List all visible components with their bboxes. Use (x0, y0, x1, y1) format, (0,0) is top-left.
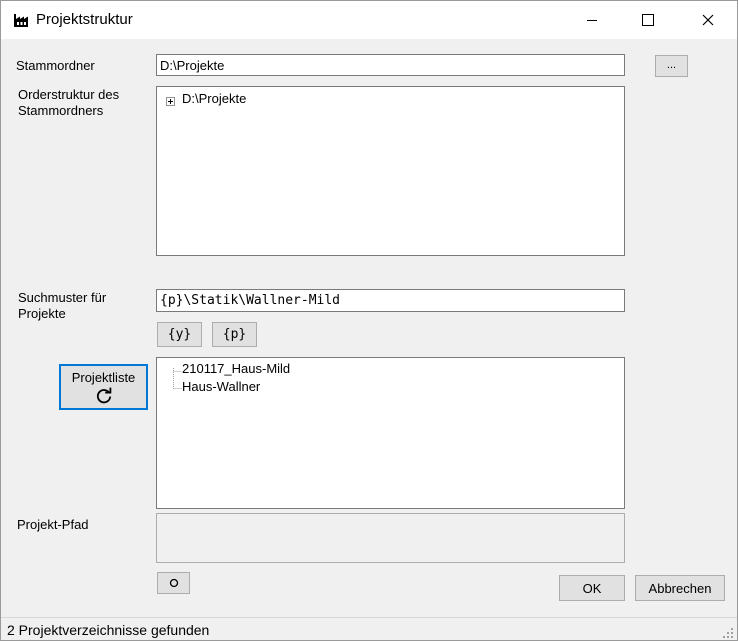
ok-label: OK (582, 580, 602, 596)
project-item[interactable]: Haus-Wallner (182, 379, 260, 394)
browse-label: ... (666, 58, 677, 71)
close-icon (702, 14, 714, 26)
insert-year-label: {y} (167, 327, 192, 342)
project-path-label: Projekt-Pfad (17, 517, 89, 532)
browse-button[interactable]: ... (655, 55, 688, 77)
insert-project-label: {p} (222, 327, 247, 342)
title-bar[interactable]: Projektstruktur (1, 1, 737, 39)
stammordner-value: D:\Projekte (160, 58, 225, 73)
status-bar: 2 Projektverzeichnisse gefunden (1, 617, 737, 640)
folder-tree[interactable]: D:\Projekte (156, 86, 625, 256)
cancel-label: Abbrechen (648, 580, 712, 596)
search-pattern-label: Suchmuster für Projekte (18, 290, 107, 321)
factory-icon (13, 12, 29, 28)
minimize-button[interactable] (569, 1, 615, 39)
refresh-icon (96, 387, 111, 403)
plus-expand-icon[interactable] (166, 94, 175, 106)
open-path-button[interactable] (157, 572, 190, 594)
project-path-field (156, 513, 625, 563)
insert-year-button[interactable]: {y} (157, 322, 202, 347)
close-button[interactable] (685, 1, 731, 39)
ok-button[interactable]: OK (559, 575, 625, 601)
projektliste-button-label: Projektliste (71, 369, 136, 385)
window-title: Projektstruktur (36, 11, 133, 28)
status-text: 2 Projektverzeichnisse gefunden (7, 622, 210, 638)
search-pattern-value: {p}\Statik\Wallner-Mild (160, 293, 341, 308)
projektliste-refresh-button[interactable]: Projektliste (59, 364, 148, 410)
insert-project-button[interactable]: {p} (212, 322, 257, 347)
dialog-window: Projektstruktur Stammordner D:\Projekte … (0, 0, 738, 641)
maximize-button[interactable] (625, 1, 671, 39)
tree-node-root[interactable]: D:\Projekte (182, 91, 246, 106)
folder-tree-label: Orderstruktur des Stammordners (18, 87, 120, 118)
minimize-icon (587, 20, 597, 21)
cancel-button[interactable]: Abbrechen (635, 575, 725, 601)
project-item[interactable]: 210117_Haus-Mild (182, 361, 290, 376)
stammordner-label: Stammordner (16, 58, 95, 73)
stammordner-input[interactable]: D:\Projekte (156, 54, 625, 76)
circle-icon (169, 578, 178, 588)
maximize-icon (642, 14, 654, 26)
resize-grip-icon[interactable] (722, 627, 734, 639)
project-list-tree[interactable]: 210117_Haus-Mild Haus-Wallner (156, 357, 625, 509)
search-pattern-input[interactable]: {p}\Statik\Wallner-Mild (156, 289, 625, 312)
